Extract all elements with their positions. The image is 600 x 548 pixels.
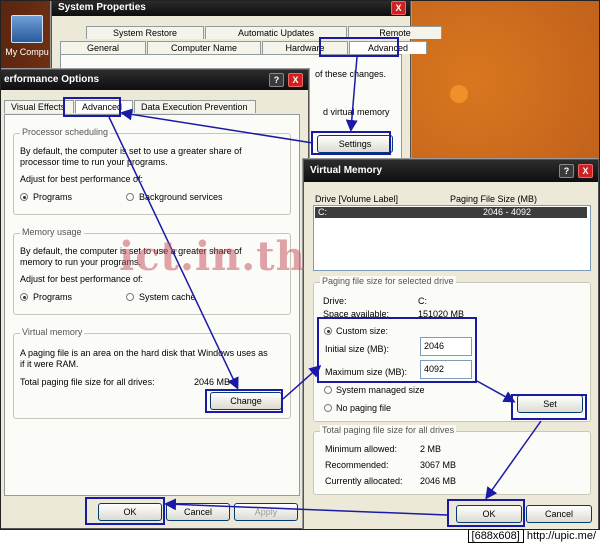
arrow-advanced-to-settings [345, 56, 358, 132]
image-size-label: [688x608] [467, 529, 524, 543]
screenshot-frame: My Compu System Properties X System Rest… [0, 0, 600, 530]
image-host-link[interactable]: http://upic.me/ [527, 530, 596, 542]
watermark: ict.in.th [119, 233, 306, 280]
arrow-ok-to-ok [164, 498, 448, 516]
arrow-settings-to-advanced-tab [120, 108, 314, 144]
arrow-custom-size-to-set [476, 380, 516, 403]
arrow-set-to-ok [485, 420, 542, 500]
arrow-change-to-custom-size [282, 365, 322, 400]
image-host-footer: [688x608] http://upic.me/ [467, 529, 596, 543]
